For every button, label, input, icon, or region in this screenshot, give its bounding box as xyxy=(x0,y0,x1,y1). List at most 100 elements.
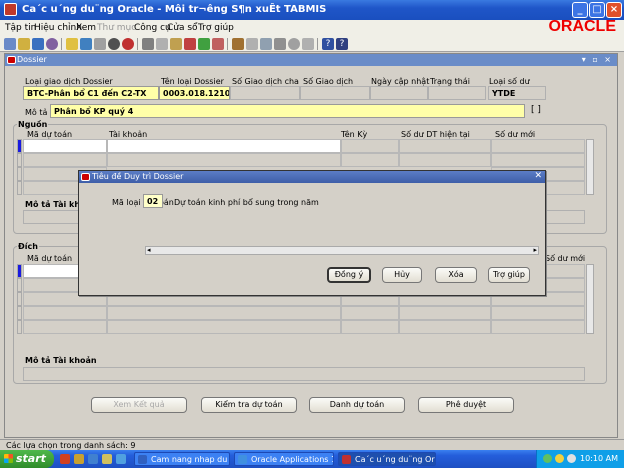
parent-tx-no-field[interactable] xyxy=(230,86,300,100)
dest-account-desc-field[interactable] xyxy=(23,367,585,381)
dest-new-balance-cell[interactable] xyxy=(491,320,585,334)
approve-button[interactable]: Phê duyệt xyxy=(418,397,514,413)
source-budget-code-cell[interactable] xyxy=(23,139,107,153)
ie-icon[interactable] xyxy=(88,454,98,464)
destination-scrollbar[interactable] xyxy=(586,264,594,334)
scroll-left-icon[interactable]: ◂ xyxy=(147,246,151,254)
new-icon[interactable] xyxy=(4,38,16,50)
edit-field-icon[interactable] xyxy=(198,38,210,50)
find-icon[interactable] xyxy=(80,38,92,50)
dest-budget-code-cell[interactable] xyxy=(23,306,107,320)
source-current-balance-cell[interactable] xyxy=(399,153,491,167)
dest-budget-code-cell[interactable] xyxy=(23,320,107,334)
taskbar-item[interactable]: Oracle Applications 1... xyxy=(234,452,334,466)
clear-icon[interactable] xyxy=(184,38,196,50)
source-period-cell[interactable] xyxy=(341,139,399,153)
dest-period-cell[interactable] xyxy=(341,306,399,320)
menu-file[interactable]: Tập tin xyxy=(5,23,36,33)
source-period-cell[interactable] xyxy=(341,153,399,167)
row-indicator[interactable] xyxy=(17,139,22,153)
folder-icon[interactable] xyxy=(66,38,78,50)
flexfield-bracket[interactable]: [ ] xyxy=(531,105,541,115)
scroll-right-icon[interactable]: ▸ xyxy=(533,246,537,254)
budget-type-code-field[interactable]: 02 xyxy=(143,194,163,208)
dossier-name-field[interactable]: 0003.018.121026.k xyxy=(159,86,230,100)
source-new-balance-cell[interactable] xyxy=(491,153,585,167)
dest-period-cell[interactable] xyxy=(341,320,399,334)
source-current-balance-cell[interactable] xyxy=(399,139,491,153)
tag-icon[interactable] xyxy=(302,38,314,50)
tray-icon[interactable] xyxy=(555,454,564,463)
copy-icon[interactable] xyxy=(156,38,168,50)
description-field[interactable]: Phân bổ KP quý 4 xyxy=(50,104,525,118)
cancel-button[interactable]: Hủy xyxy=(382,267,422,283)
stop-icon[interactable] xyxy=(122,38,134,50)
dialog-horizontal-scrollbar[interactable]: ◂ ▸ xyxy=(145,246,539,255)
volume-icon[interactable] xyxy=(567,454,576,463)
pencil-icon[interactable] xyxy=(232,38,244,50)
dest-account-cell[interactable] xyxy=(107,320,341,334)
menu-view[interactable]: Xem xyxy=(76,23,96,33)
source-scrollbar[interactable] xyxy=(586,139,594,195)
row-indicator[interactable] xyxy=(17,278,22,292)
budget-list-button[interactable]: Danh dự toán xyxy=(309,397,405,413)
dest-new-balance-cell[interactable] xyxy=(491,306,585,320)
row-indicator[interactable] xyxy=(17,153,22,167)
dialog-close-icon[interactable]: ✕ xyxy=(534,171,542,181)
maximize-button[interactable]: □ xyxy=(589,2,605,18)
edit-icon[interactable] xyxy=(260,38,272,50)
source-account-cell[interactable] xyxy=(107,139,341,153)
row-indicator[interactable] xyxy=(17,306,22,320)
block-icon[interactable] xyxy=(274,38,286,50)
dest-current-balance-cell[interactable] xyxy=(399,306,491,320)
help-icon[interactable]: ? xyxy=(322,38,334,50)
check-budget-button[interactable]: Kiểm tra dự toán xyxy=(201,397,297,413)
print-icon[interactable] xyxy=(108,38,120,50)
row-indicator[interactable] xyxy=(17,167,22,181)
quick-launch-icon[interactable] xyxy=(74,454,84,464)
tray-icon[interactable] xyxy=(543,454,552,463)
menu-edit[interactable]: Hiệu chỉnh xyxy=(34,23,82,33)
row-indicator[interactable] xyxy=(17,292,22,306)
status-field[interactable] xyxy=(428,86,486,100)
menu-tools[interactable]: Công cụ xyxy=(134,23,171,33)
dialog-title-bar[interactable]: Tiêu đề Duy trì Dossier ✕ xyxy=(79,171,545,183)
folder-icon[interactable] xyxy=(102,454,112,464)
tx-no-field[interactable] xyxy=(300,86,370,100)
attachment-icon[interactable] xyxy=(94,38,106,50)
start-button[interactable]: start xyxy=(0,450,54,468)
updated-date-field[interactable] xyxy=(370,86,428,100)
dossier-title-bar[interactable]: Dossier ▾ ▫ × xyxy=(5,54,617,66)
menu-help[interactable]: Trợ giúp xyxy=(198,23,234,33)
paperclip-icon[interactable] xyxy=(288,38,300,50)
cube-icon[interactable] xyxy=(246,38,258,50)
dest-account-cell[interactable] xyxy=(107,306,341,320)
source-budget-code-cell[interactable] xyxy=(23,153,107,167)
cancel-query-icon[interactable] xyxy=(46,38,58,50)
taskbar-item[interactable]: Cam nang nhap du to... xyxy=(134,452,230,466)
menu-folder[interactable]: Thư mục xyxy=(97,23,136,33)
row-indicator[interactable] xyxy=(17,264,22,278)
quick-launch-icon[interactable] xyxy=(60,454,70,464)
dossier-type-field[interactable]: BTC-Phân bổ C1 đến C2-TX xyxy=(23,86,159,100)
quick-launch-icon[interactable] xyxy=(116,454,126,464)
taskbar-item-active[interactable]: Ca´c u´ng du¨ng Ora... xyxy=(338,452,436,466)
window-controls-icon[interactable]: ▾ ▫ × xyxy=(582,55,613,64)
row-indicator[interactable] xyxy=(17,320,22,334)
cut-icon[interactable] xyxy=(142,38,154,50)
delete-icon[interactable] xyxy=(212,38,224,50)
balance-type-field[interactable]: YTDE xyxy=(488,86,546,100)
save-icon[interactable] xyxy=(32,38,44,50)
view-result-button[interactable]: Xem Kết quả xyxy=(91,397,187,413)
window-help-icon[interactable]: ? xyxy=(336,38,348,50)
clear-button[interactable]: Xóa xyxy=(435,267,477,283)
open-icon[interactable] xyxy=(18,38,30,50)
paste-icon[interactable] xyxy=(170,38,182,50)
ok-button[interactable]: Đồng ý xyxy=(327,267,371,283)
source-account-cell[interactable] xyxy=(107,153,341,167)
close-button[interactable]: × xyxy=(606,2,622,18)
dest-current-balance-cell[interactable] xyxy=(399,320,491,334)
minimize-button[interactable]: _ xyxy=(572,2,588,18)
menu-window[interactable]: Cửa sổ xyxy=(167,23,198,33)
source-new-balance-cell[interactable] xyxy=(491,139,585,153)
